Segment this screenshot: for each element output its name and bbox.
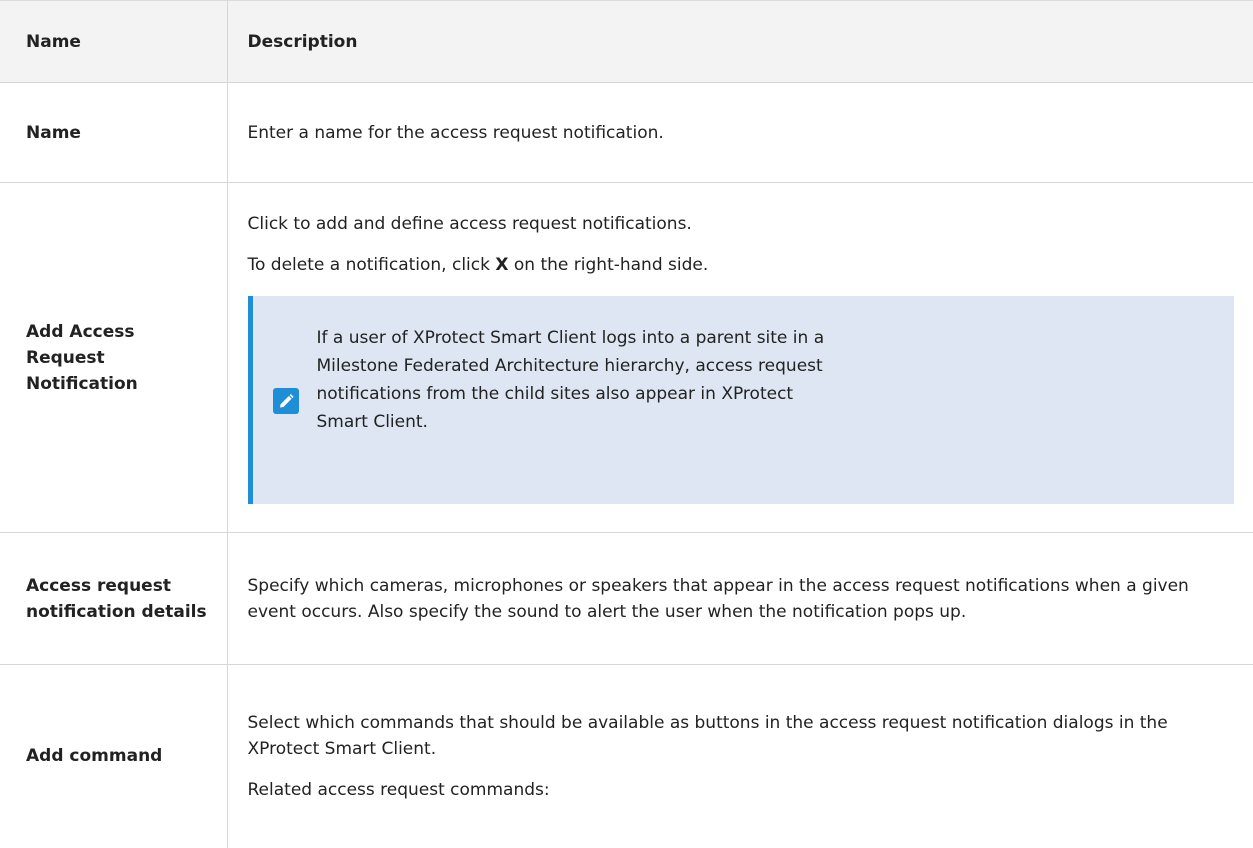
header-name: Name (0, 0, 228, 83)
row-description: Enter a name for the access request noti… (226, 82, 1253, 183)
note-callout: If a user of XProtect Smart Client logs … (247, 296, 1234, 504)
description-paragraph: To delete a notification, click X on the… (248, 252, 1240, 278)
description-paragraph: Related access request commands: (247, 779, 550, 800)
row-name: Access request notification details (0, 532, 228, 665)
row-description: Specify which cameras, microphones or sp… (226, 532, 1253, 665)
note-text: If a user of XProtect Smart Client logs … (316, 328, 825, 432)
properties-table: Name Description Name Enter a name for t… (0, 0, 1253, 848)
text-span: To delete a notification, click (247, 255, 496, 275)
table-header-row: Name Description (0, 0, 1253, 83)
row-name: Add command (0, 664, 228, 848)
row-description: Select which commands that should be ava… (226, 664, 1253, 848)
table-row: Access request notification details Spec… (0, 532, 1253, 665)
key-label: X (495, 255, 509, 275)
table-row: Name Enter a name for the access request… (0, 82, 1253, 183)
pencil-icon (272, 388, 299, 414)
row-name: Name (0, 82, 228, 183)
table-row: Add command Select which commands that s… (0, 664, 1253, 848)
text-span: on the right-hand side. (508, 255, 709, 275)
table-row: Add Access Request Notification Click to… (0, 182, 1253, 533)
description-paragraph: Click to add and define access request n… (247, 214, 692, 234)
row-name: Add Access Request Notification (0, 182, 228, 533)
header-description: Description (226, 0, 1253, 83)
description-paragraph: Select which commands that should be ava… (247, 712, 1168, 759)
row-description: Click to add and define access request n… (226, 182, 1253, 533)
